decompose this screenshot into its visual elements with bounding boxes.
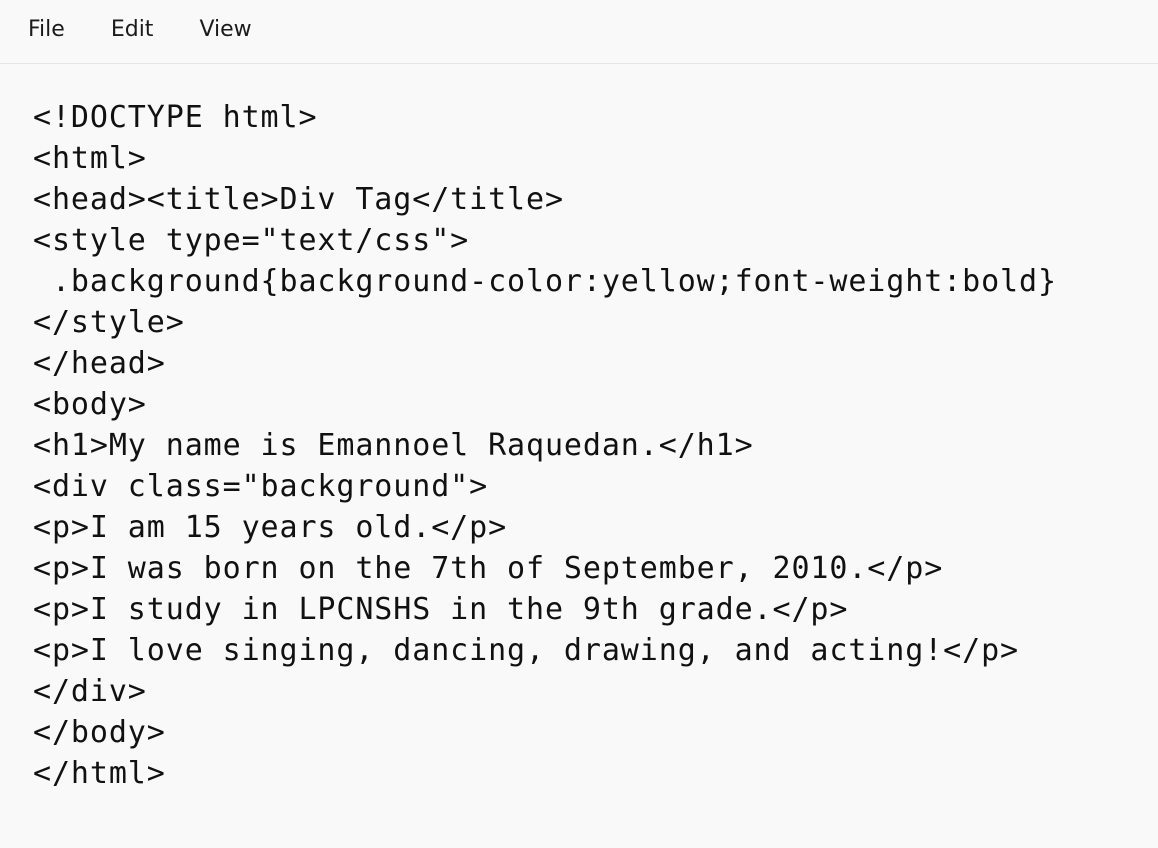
code-line: .background{background-color:yellow;font… [33, 264, 1057, 299]
code-line: </head> [33, 346, 166, 381]
code-line: <div class="background"> [33, 469, 489, 504]
menu-bar: File Edit View [0, 0, 1158, 64]
text-editor-area[interactable]: <!DOCTYPE html> <html> <head><title>Div … [0, 64, 1158, 848]
menu-view[interactable]: View [199, 18, 251, 45]
code-line: <h1>My name is Emannoel Raquedan.</h1> [33, 428, 754, 463]
menu-file[interactable]: File [28, 18, 65, 45]
code-line: </div> [33, 674, 147, 709]
menu-edit[interactable]: Edit [111, 18, 154, 45]
code-line: <p>I love singing, dancing, drawing, and… [33, 633, 1019, 668]
code-line: <!DOCTYPE html> [33, 100, 318, 135]
code-line: <head><title>Div Tag</title> [33, 182, 564, 217]
code-line: </style> [33, 305, 185, 340]
code-line: <p>I was born on the 7th of September, 2… [33, 551, 944, 586]
code-line: <style type="text/css"> [33, 223, 470, 258]
notepad-window: File Edit View <!DOCTYPE html> <html> <h… [0, 0, 1158, 848]
code-line: <body> [33, 387, 147, 422]
code-line: <p>I am 15 years old.</p> [33, 510, 508, 545]
code-line: </html> [33, 756, 166, 791]
code-line: <p>I study in LPCNSHS in the 9th grade.<… [33, 592, 849, 627]
code-line: <html> [33, 141, 147, 176]
code-line: </body> [33, 715, 166, 750]
